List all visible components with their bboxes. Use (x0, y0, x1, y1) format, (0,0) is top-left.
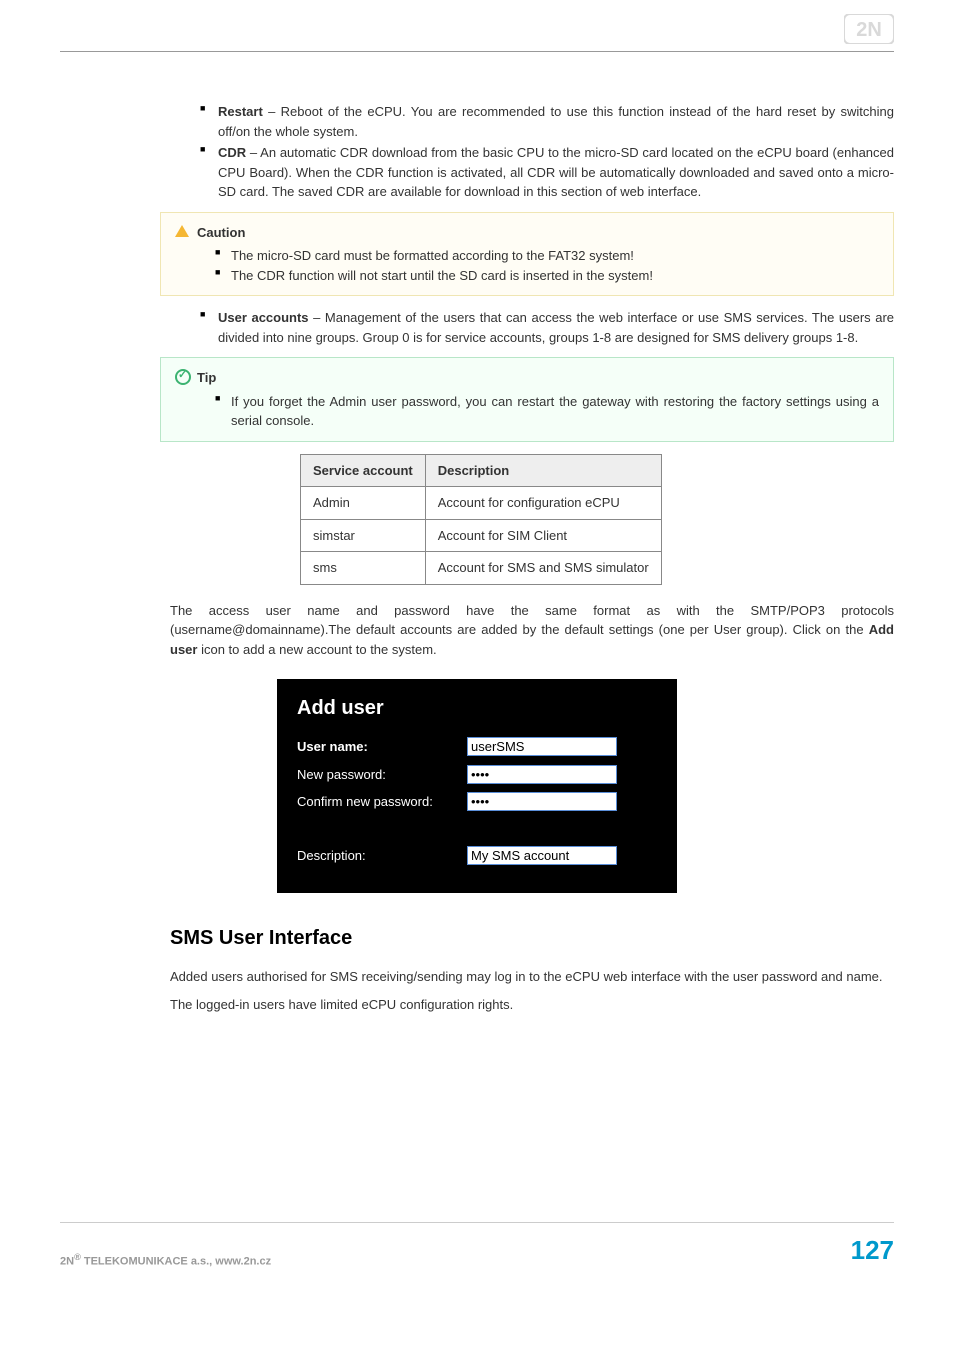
brand-logo: 2N (844, 14, 894, 50)
newpass-input[interactable] (467, 765, 617, 784)
add-user-dialog: Add user User name: New password: Confir… (277, 679, 677, 893)
footer-company: 2N® TELEKOMUNIKACE a.s., www.2n.cz (60, 1251, 271, 1270)
caution-list: The micro-SD card must be formatted acco… (175, 246, 879, 285)
td-desc: Account for SMS and SMS simulator (425, 552, 661, 585)
service-account-table: Service account Description Admin Accoun… (300, 454, 662, 585)
page-footer: 2N® TELEKOMUNIKACE a.s., www.2n.cz 127 (60, 1222, 894, 1270)
paragraph-sms1: Added users authorised for SMS receiving… (170, 967, 894, 987)
bullet-user-accounts-title: User accounts (218, 310, 309, 325)
header-rule: 2N (60, 20, 894, 52)
description-input[interactable] (467, 846, 617, 865)
th-service-account: Service account (301, 454, 426, 487)
caution-callout: Caution The micro-SD card must be format… (160, 212, 894, 297)
caution-item-2: The CDR function will not start until th… (215, 266, 879, 286)
table-header-row: Service account Description (301, 454, 662, 487)
table-row: sms Account for SMS and SMS simulator (301, 552, 662, 585)
bullet-restart-title: Restart (218, 104, 263, 119)
td-account: sms (301, 552, 426, 585)
td-account: Admin (301, 487, 426, 520)
paragraph-access: The access user name and password have t… (170, 601, 894, 660)
tip-item-1: If you forget the Admin user password, y… (215, 392, 879, 431)
bullet-user-accounts: User accounts – Management of the users … (200, 308, 894, 347)
table-row: simstar Account for SIM Client (301, 519, 662, 552)
bullet-restart: Restart – Reboot of the eCPU. You are re… (200, 102, 894, 141)
caution-title: Caution (175, 223, 879, 243)
description-label: Description: (297, 846, 467, 866)
caution-item-1: The micro-SD card must be formatted acco… (215, 246, 879, 266)
para1-a: The access user name and password have t… (170, 603, 894, 638)
para1-b: icon to add a new account to the system. (197, 642, 436, 657)
td-account: simstar (301, 519, 426, 552)
username-input[interactable] (467, 737, 617, 756)
tip-callout: Tip If you forget the Admin user passwor… (160, 357, 894, 442)
confirm-label: Confirm new password: (297, 792, 467, 812)
username-label: User name: (297, 737, 467, 757)
footer-company-text: TELEKOMUNIKACE a.s., www.2n.cz (81, 1256, 271, 1268)
sms-ui-heading: SMS User Interface (170, 923, 894, 953)
main-bullet-list: Restart – Reboot of the eCPU. You are re… (170, 102, 894, 202)
add-user-heading: Add user (297, 693, 657, 723)
bullet-restart-text: – Reboot of the eCPU. You are recommende… (218, 104, 894, 139)
main-bullet-list-2: User accounts – Management of the users … (170, 308, 894, 347)
bullet-user-accounts-text: – Management of the users that can acces… (218, 310, 894, 345)
td-desc: Account for SIM Client (425, 519, 661, 552)
bullet-cdr: CDR – An automatic CDR download from the… (200, 143, 894, 202)
tip-list: If you forget the Admin user password, y… (175, 392, 879, 431)
svg-text:2N: 2N (856, 19, 882, 41)
td-desc: Account for configuration eCPU (425, 487, 661, 520)
confirm-input[interactable] (467, 792, 617, 811)
paragraph-sms2: The logged-in users have limited eCPU co… (170, 995, 894, 1015)
page-number: 127 (851, 1231, 894, 1270)
bullet-cdr-title: CDR (218, 145, 246, 160)
th-description: Description (425, 454, 661, 487)
tip-title: Tip (175, 368, 879, 388)
bullet-cdr-text: – An automatic CDR download from the bas… (218, 145, 894, 199)
footer-brand: 2N (60, 1256, 74, 1268)
footer-reg: ® (74, 1252, 81, 1262)
table-row: Admin Account for configuration eCPU (301, 487, 662, 520)
newpass-label: New password: (297, 765, 467, 785)
